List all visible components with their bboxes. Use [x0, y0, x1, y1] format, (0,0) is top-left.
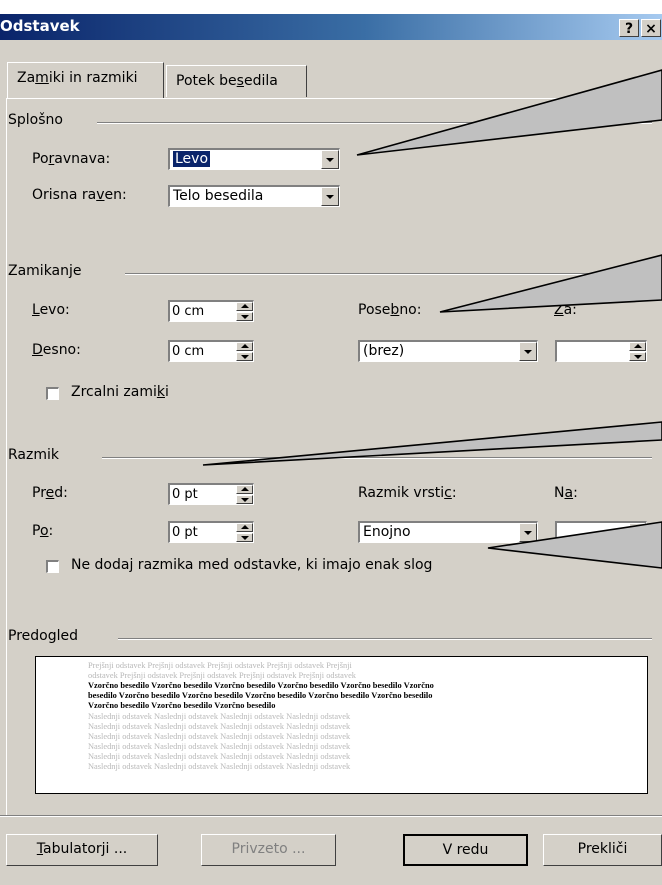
tab-indents-spacing-label: Zamiki in razmiki	[17, 70, 138, 86]
tab-indents-spacing[interactable]: Zamiki in razmiki	[7, 62, 164, 98]
callout-no-space	[487, 521, 662, 569]
callout-overlay	[0, 0, 662, 569]
callout-spacing-before	[202, 421, 662, 466]
callout-special-indent	[439, 254, 662, 313]
callout-alignment	[356, 69, 662, 156]
top-margin	[0, 0, 662, 14]
